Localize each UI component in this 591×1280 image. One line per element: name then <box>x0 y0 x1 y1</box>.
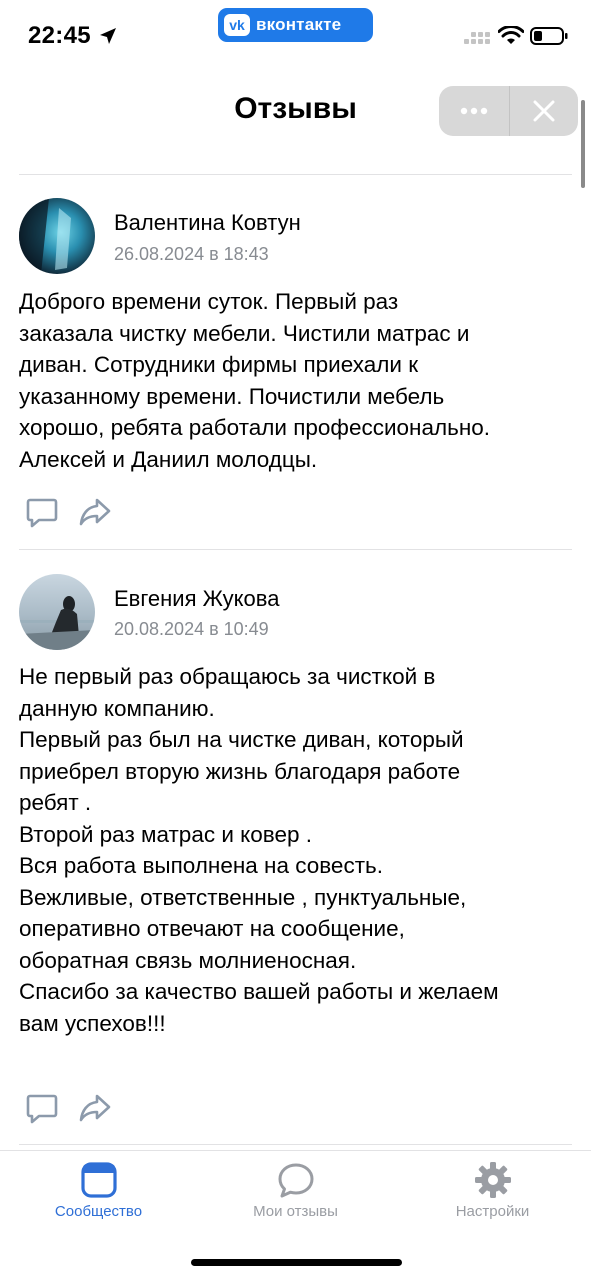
avatar[interactable] <box>19 574 95 650</box>
tab-my-reviews[interactable]: Мои отзывы <box>197 1151 394 1231</box>
avatar[interactable] <box>19 198 95 274</box>
share-icon[interactable] <box>78 495 112 529</box>
location-arrow-icon <box>100 28 116 44</box>
avatar-image <box>19 198 95 274</box>
tab-community[interactable]: Сообщество <box>0 1151 197 1231</box>
tab-settings-label: Настройки <box>455 1203 530 1220</box>
signal-icon <box>464 32 490 44</box>
home-indicator[interactable] <box>191 1259 402 1266</box>
vk-app-badge-label: вконтакте <box>256 15 342 34</box>
review-date: 26.08.2024 в 18:43 <box>114 244 269 264</box>
more-icon <box>460 107 488 115</box>
close-button[interactable] <box>510 86 578 136</box>
divider <box>19 1144 572 1145</box>
vk-app-badge[interactable]: vk вконтакте <box>218 8 373 42</box>
review-text: Доброго времени суток. Первый раз заказа… <box>19 289 491 472</box>
header: Отзывы <box>0 70 591 174</box>
community-icon <box>80 1162 117 1198</box>
review-date: 20.08.2024 в 10:49 <box>114 619 269 639</box>
status-bar: 22:45 vk вконтакте <box>0 0 591 70</box>
close-icon <box>533 100 555 122</box>
comment-icon[interactable] <box>25 1091 59 1125</box>
tab-settings[interactable]: Настройки <box>394 1151 591 1231</box>
author-name[interactable]: Валентина Ковтун <box>114 210 301 236</box>
wifi-icon <box>498 26 524 44</box>
more-button[interactable] <box>439 86 509 136</box>
status-time: 22:45 <box>28 22 91 49</box>
header-actions <box>439 86 578 136</box>
scrollbar[interactable] <box>581 100 585 188</box>
divider <box>19 549 572 550</box>
chat-bubble-icon <box>278 1163 313 1198</box>
avatar-image <box>19 574 95 650</box>
vk-logo-icon: vk <box>224 14 250 36</box>
comment-icon[interactable] <box>25 495 59 529</box>
author-name[interactable]: Евгения Жукова <box>114 586 279 612</box>
tab-community-label: Сообщество <box>54 1203 143 1220</box>
divider <box>19 174 572 175</box>
gear-icon <box>474 1162 511 1198</box>
review-text: Не первый раз обращаюсь за чисткой в дан… <box>19 664 499 1036</box>
battery-icon <box>530 27 568 45</box>
share-icon[interactable] <box>78 1091 112 1125</box>
tab-my-reviews-label: Мои отзывы <box>253 1203 338 1220</box>
